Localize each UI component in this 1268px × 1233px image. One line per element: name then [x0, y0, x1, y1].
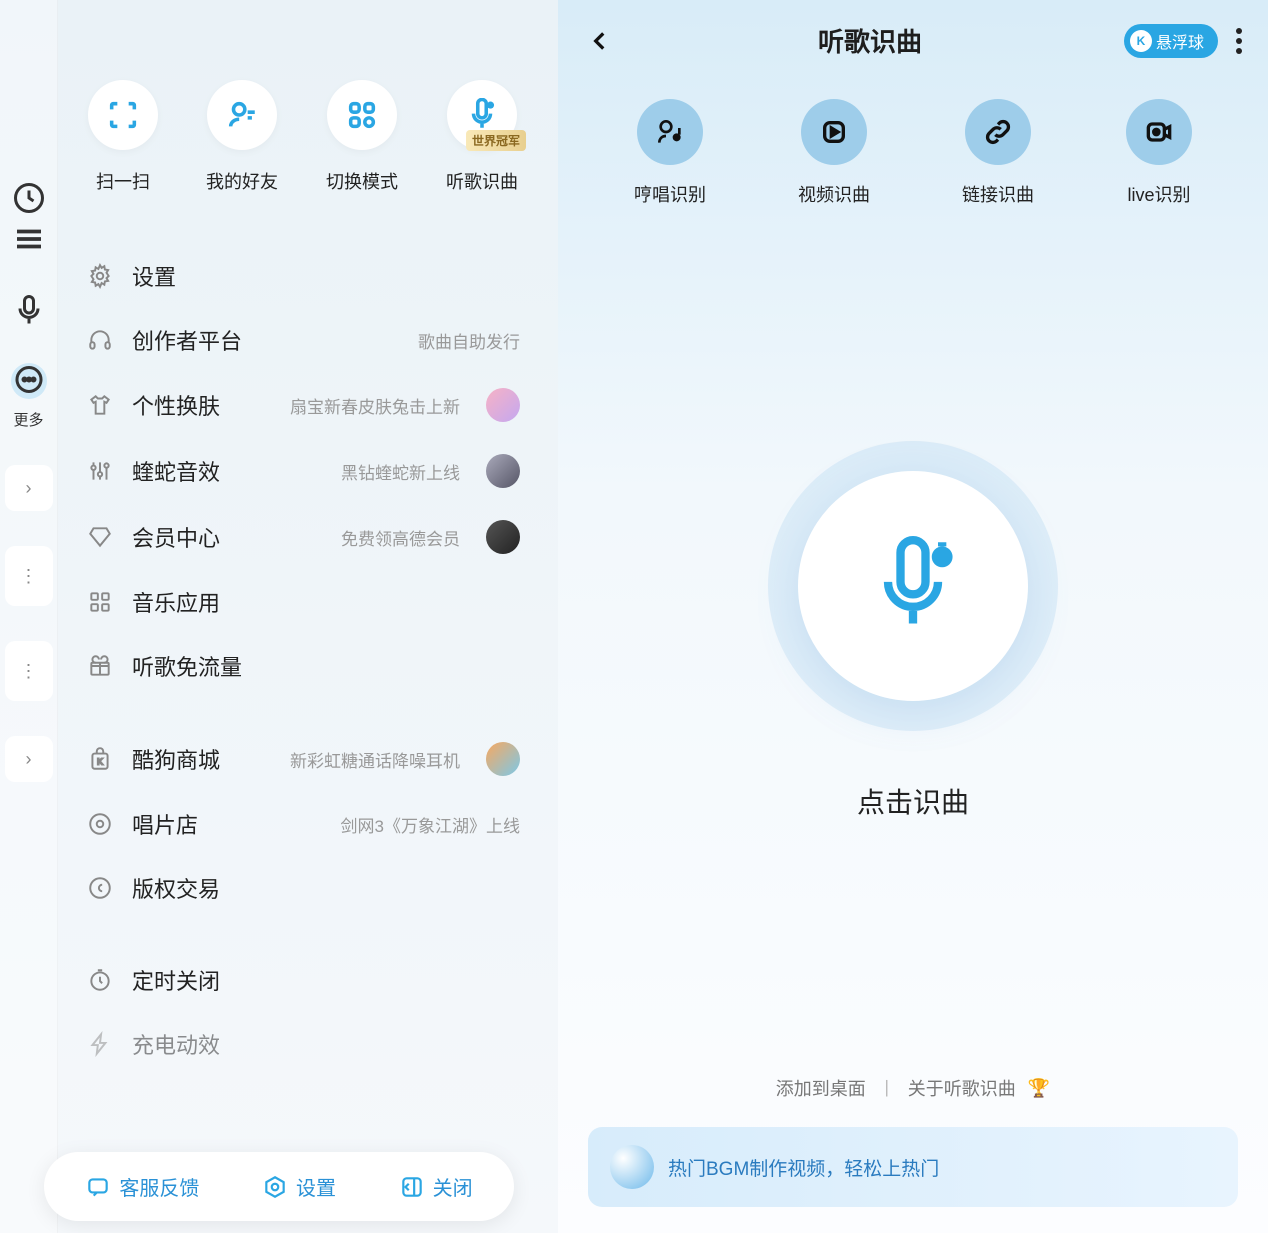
- quick-actions: 扫一扫 我的好友 切换模式 世界冠军 听歌识曲: [78, 80, 528, 194]
- copyright-icon: [86, 874, 114, 902]
- quick-scan[interactable]: 扫一扫: [88, 80, 158, 194]
- menu-copyright[interactable]: 版权交易: [78, 856, 528, 920]
- bottom-settings[interactable]: 设置: [262, 1172, 336, 1201]
- drawer-main: 扫一扫 我的好友 切换模式 世界冠军 听歌识曲 设置: [58, 0, 558, 1233]
- mode-hum[interactable]: 哼唱识别: [634, 99, 706, 207]
- bgm-banner[interactable]: 热门BGM制作视频，轻松上热门: [588, 1127, 1238, 1207]
- menu-list: 设置 创作者平台 歌曲自助发行 个性换肤 扇宝新春皮肤兔击上新 蝰蛇音效 黑钻蝰…: [78, 244, 528, 1233]
- headphone-icon: [86, 326, 114, 354]
- shirt-icon: [86, 391, 114, 419]
- diamond-icon: [86, 523, 114, 551]
- menu-viper[interactable]: 蝰蛇音效 黑钻蝰蛇新上线: [78, 438, 528, 504]
- svg-text:K: K: [97, 756, 103, 766]
- menu-charge-anim[interactable]: 充电动效: [78, 1012, 528, 1076]
- edge-card-1[interactable]: ›: [5, 465, 53, 511]
- grid-icon: [86, 588, 114, 616]
- bottom-feedback[interactable]: 客服反馈: [85, 1172, 199, 1201]
- float-ball-icon: K: [1130, 30, 1152, 52]
- champion-badge: 世界冠军: [466, 130, 526, 151]
- edge-card-2[interactable]: ⋮: [5, 546, 53, 606]
- recognize-screen: 听歌识曲 K 悬浮球 哼唱识别 视频识曲 链接识曲 live识别: [558, 0, 1268, 1233]
- menu-icon[interactable]: [11, 221, 47, 257]
- close-icon: [399, 1174, 425, 1200]
- bolt-icon: [86, 1030, 114, 1058]
- disc-icon: [86, 810, 114, 838]
- edge-card-3[interactable]: ⋮: [5, 641, 53, 701]
- gear-icon: [86, 262, 114, 290]
- gem-thumb: [486, 454, 520, 488]
- menu-vip[interactable]: 会员中心 免费领高德会员: [78, 504, 528, 570]
- gift-icon: [86, 652, 114, 680]
- mic-small-icon[interactable]: [11, 292, 47, 328]
- bag-icon: K: [86, 745, 114, 773]
- edge-more-label: 更多: [13, 409, 43, 430]
- feedback-icon: [85, 1174, 111, 1200]
- quick-recognize-label: 听歌识曲: [446, 168, 518, 194]
- mode-live[interactable]: live识别: [1126, 99, 1192, 207]
- clock-icon[interactable]: [11, 180, 47, 216]
- banner-disc-icon: [610, 1145, 654, 1189]
- menu-free-data[interactable]: 听歌免流量: [78, 634, 528, 698]
- recognize-links: 添加到桌面 丨 关于听歌识曲 🏆: [558, 1075, 1268, 1127]
- float-ball-button[interactable]: K 悬浮球: [1124, 24, 1218, 58]
- vip-thumb: [486, 520, 520, 554]
- equalizer-icon: [86, 457, 114, 485]
- side-drawer: 更多 › ⋮ ⋮ › 扫一扫 我的好友 切换模式 世界冠军 听歌识曲: [0, 0, 558, 1233]
- quick-recognize[interactable]: 世界冠军 听歌识曲: [446, 80, 518, 194]
- more-button[interactable]: [1236, 28, 1242, 54]
- back-button[interactable]: [584, 25, 616, 57]
- menu-store[interactable]: K 酷狗商城 新彩虹糖通话降噪耳机: [78, 726, 528, 792]
- menu-record-shop[interactable]: 唱片店 剑网3《万象江湖》上线: [78, 792, 528, 856]
- link-add-desktop[interactable]: 添加到桌面: [776, 1075, 866, 1101]
- recognize-center: 点击识曲: [558, 217, 1268, 1075]
- timer-icon: [86, 966, 114, 994]
- mode-video[interactable]: 视频识曲: [798, 99, 870, 207]
- quick-friends-label: 我的好友: [206, 168, 278, 194]
- menu-skin[interactable]: 个性换肤 扇宝新春皮肤兔击上新: [78, 372, 528, 438]
- bottom-bar: 客服反馈 设置 关闭: [44, 1152, 514, 1221]
- menu-apps[interactable]: 音乐应用: [78, 570, 528, 634]
- bottom-close[interactable]: 关闭: [399, 1172, 473, 1201]
- recognize-header: 听歌识曲 K 悬浮球: [558, 0, 1268, 69]
- edge-card-4[interactable]: ›: [5, 736, 53, 782]
- recognize-button[interactable]: [798, 471, 1028, 701]
- menu-timer[interactable]: 定时关闭: [78, 948, 528, 1012]
- recognize-cta: 点击识曲: [857, 781, 969, 821]
- quick-scan-label: 扫一扫: [96, 168, 150, 194]
- recognize-modes: 哼唱识别 视频识曲 链接识曲 live识别: [558, 69, 1268, 217]
- menu-creator[interactable]: 创作者平台 歌曲自助发行: [78, 308, 528, 372]
- settings-small-icon: [262, 1174, 288, 1200]
- trophy-icon: 🏆: [1028, 1078, 1050, 1099]
- mode-link[interactable]: 链接识曲: [962, 99, 1034, 207]
- quick-mode-label: 切换模式: [326, 168, 398, 194]
- quick-friends[interactable]: 我的好友: [206, 80, 278, 194]
- skin-thumb: [486, 388, 520, 422]
- menu-settings[interactable]: 设置: [78, 244, 528, 308]
- drawer-edge: 更多 › ⋮ ⋮ ›: [0, 0, 58, 1233]
- link-about[interactable]: 关于听歌识曲: [908, 1075, 1016, 1101]
- chat-icon[interactable]: [11, 363, 47, 399]
- page-title: 听歌识曲: [616, 22, 1124, 59]
- store-thumb: [486, 742, 520, 776]
- quick-mode[interactable]: 切换模式: [326, 80, 398, 194]
